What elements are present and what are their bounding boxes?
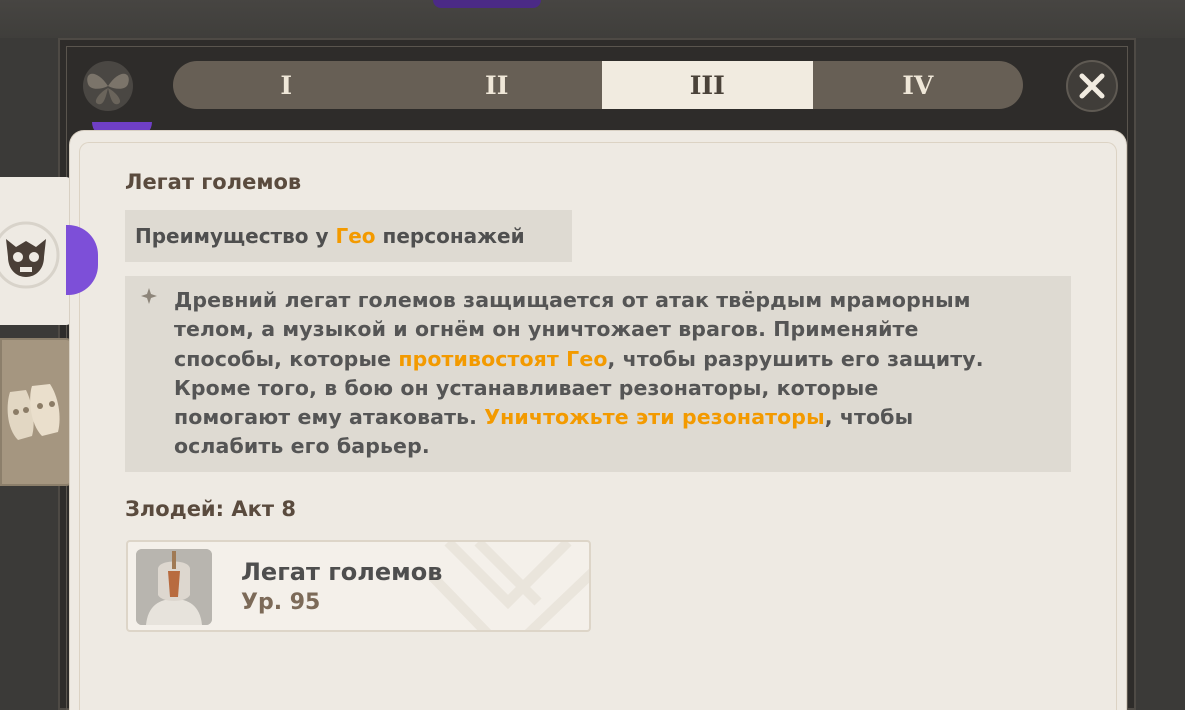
description-text: Древний легат големов защищается от атак… — [174, 288, 971, 312]
enemy-avatar — [136, 549, 212, 625]
tab-act-3[interactable]: III — [602, 61, 813, 109]
description-text: , чтобы разрушить его защиту. — [607, 346, 984, 371]
description-line: Древний легат големов защищается от атак… — [174, 286, 1064, 315]
diamond-star-icon — [141, 288, 157, 304]
highlight-text: противостоят Гео — [398, 346, 608, 371]
enemy-name: Легат големов — [241, 558, 443, 586]
description-line: помогают ему атаковать. Уничтожьте эти р… — [174, 403, 1064, 432]
description-text: , чтобы — [824, 405, 914, 430]
theater-masks-icon — [7, 384, 60, 440]
description-text: помогают ему атаковать. — [174, 405, 485, 430]
villain-heading: Злодей: Акт 8 — [125, 497, 296, 521]
butterfly-icon — [76, 60, 140, 112]
description-line: ослабить его барьер. — [174, 432, 1064, 461]
description-line: способы, которые противостоят Гео, чтобы… — [174, 345, 1064, 374]
tab-act-4[interactable]: IV — [813, 61, 1024, 109]
advantage-box: Преимущество у Гео персонажей — [125, 210, 572, 262]
enemy-card[interactable]: Легат големов Ур. 95 — [126, 540, 591, 632]
tab-act-2[interactable]: II — [392, 61, 603, 109]
enemy-level: Ур. 95 — [241, 590, 321, 615]
boss-side-card[interactable] — [0, 177, 72, 325]
highlight-text: Уничтожьте эти резонаторы — [484, 405, 825, 430]
horned-skull-icon — [0, 221, 60, 289]
close-button[interactable] — [1066, 60, 1118, 112]
background-top — [0, 0, 1185, 38]
advantage-element: Гео — [335, 224, 376, 248]
description-text: способы, которые — [174, 346, 399, 371]
advantage-suffix: персонажей — [375, 224, 525, 248]
description-line: телом, а музыкой и огнём он уничтожает в… — [174, 315, 1064, 344]
boss-title: Легат големов — [125, 170, 302, 194]
description-text: ослабить его барьер. — [174, 434, 430, 459]
boss-description: Древний легат големов защищается от атак… — [174, 286, 1064, 462]
act-tabs: I II III IV — [173, 61, 1023, 109]
background-decoration — [433, 0, 541, 8]
tab-act-1[interactable]: I — [173, 61, 392, 109]
description-text: Кроме того, в бою он устанавливает резон… — [174, 375, 879, 400]
card-pattern — [428, 542, 589, 630]
description-line: Кроме того, в бою он устанавливает резон… — [174, 374, 1064, 403]
advantage-prefix: Преимущество у — [135, 224, 336, 248]
masks-side-card[interactable] — [0, 338, 74, 486]
close-icon — [1079, 73, 1105, 99]
description-text: телом, а музыкой и огнём он уничтожает в… — [174, 317, 919, 342]
